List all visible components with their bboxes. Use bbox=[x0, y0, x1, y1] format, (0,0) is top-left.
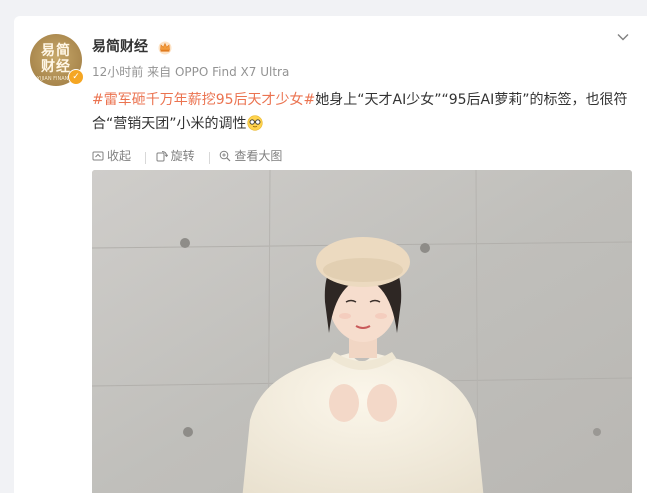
rotate-button[interactable]: 旋转 bbox=[156, 147, 195, 164]
image-toolbar: 收起 旋转 查看大图 bbox=[92, 147, 286, 164]
source-device: OPPO Find X7 Ultra bbox=[174, 65, 290, 79]
collapse-label: 收起 bbox=[107, 149, 132, 163]
post-photo[interactable] bbox=[92, 170, 632, 493]
chevron-down-icon[interactable] bbox=[616, 30, 630, 44]
author-name[interactable]: 易简财经 bbox=[92, 38, 148, 56]
collapse-icon bbox=[92, 151, 104, 160]
crown-icon[interactable] bbox=[157, 39, 173, 55]
weibo-post-card: 易简 财经 YIJIAN FINANCE ✓ 易简财经 12小时前 来自 OPP… bbox=[14, 16, 647, 493]
post-text: #雷军砸千万年薪挖95后天才少女#她身上“天才AI少女”“95后AI萝莉”的标签… bbox=[92, 88, 637, 136]
rotate-label: 旋转 bbox=[170, 149, 195, 163]
rotate-icon bbox=[156, 150, 168, 161]
page-background-strip bbox=[0, 0, 647, 8]
collapse-button[interactable]: 收起 bbox=[92, 147, 131, 164]
toolbar-divider bbox=[208, 151, 210, 164]
view-large-button[interactable]: 查看大图 bbox=[219, 147, 282, 164]
zoom-icon bbox=[220, 150, 231, 161]
avatar-text-line1: 易简 bbox=[41, 43, 71, 59]
toolbar-divider bbox=[144, 151, 146, 164]
view-large-label: 查看大图 bbox=[234, 149, 283, 163]
post-meta: 12小时前 来自 OPPO Find X7 Ultra bbox=[92, 64, 289, 80]
verified-badge-icon: ✓ bbox=[68, 69, 84, 85]
source-prefix: 来自 bbox=[147, 65, 172, 79]
hashtag-link[interactable]: #雷军砸千万年薪挖95后天才少女# bbox=[92, 92, 315, 108]
post-time[interactable]: 12小时前 bbox=[92, 65, 143, 79]
photo-illustration bbox=[92, 170, 632, 493]
emoji-glasses-icon bbox=[246, 115, 263, 131]
